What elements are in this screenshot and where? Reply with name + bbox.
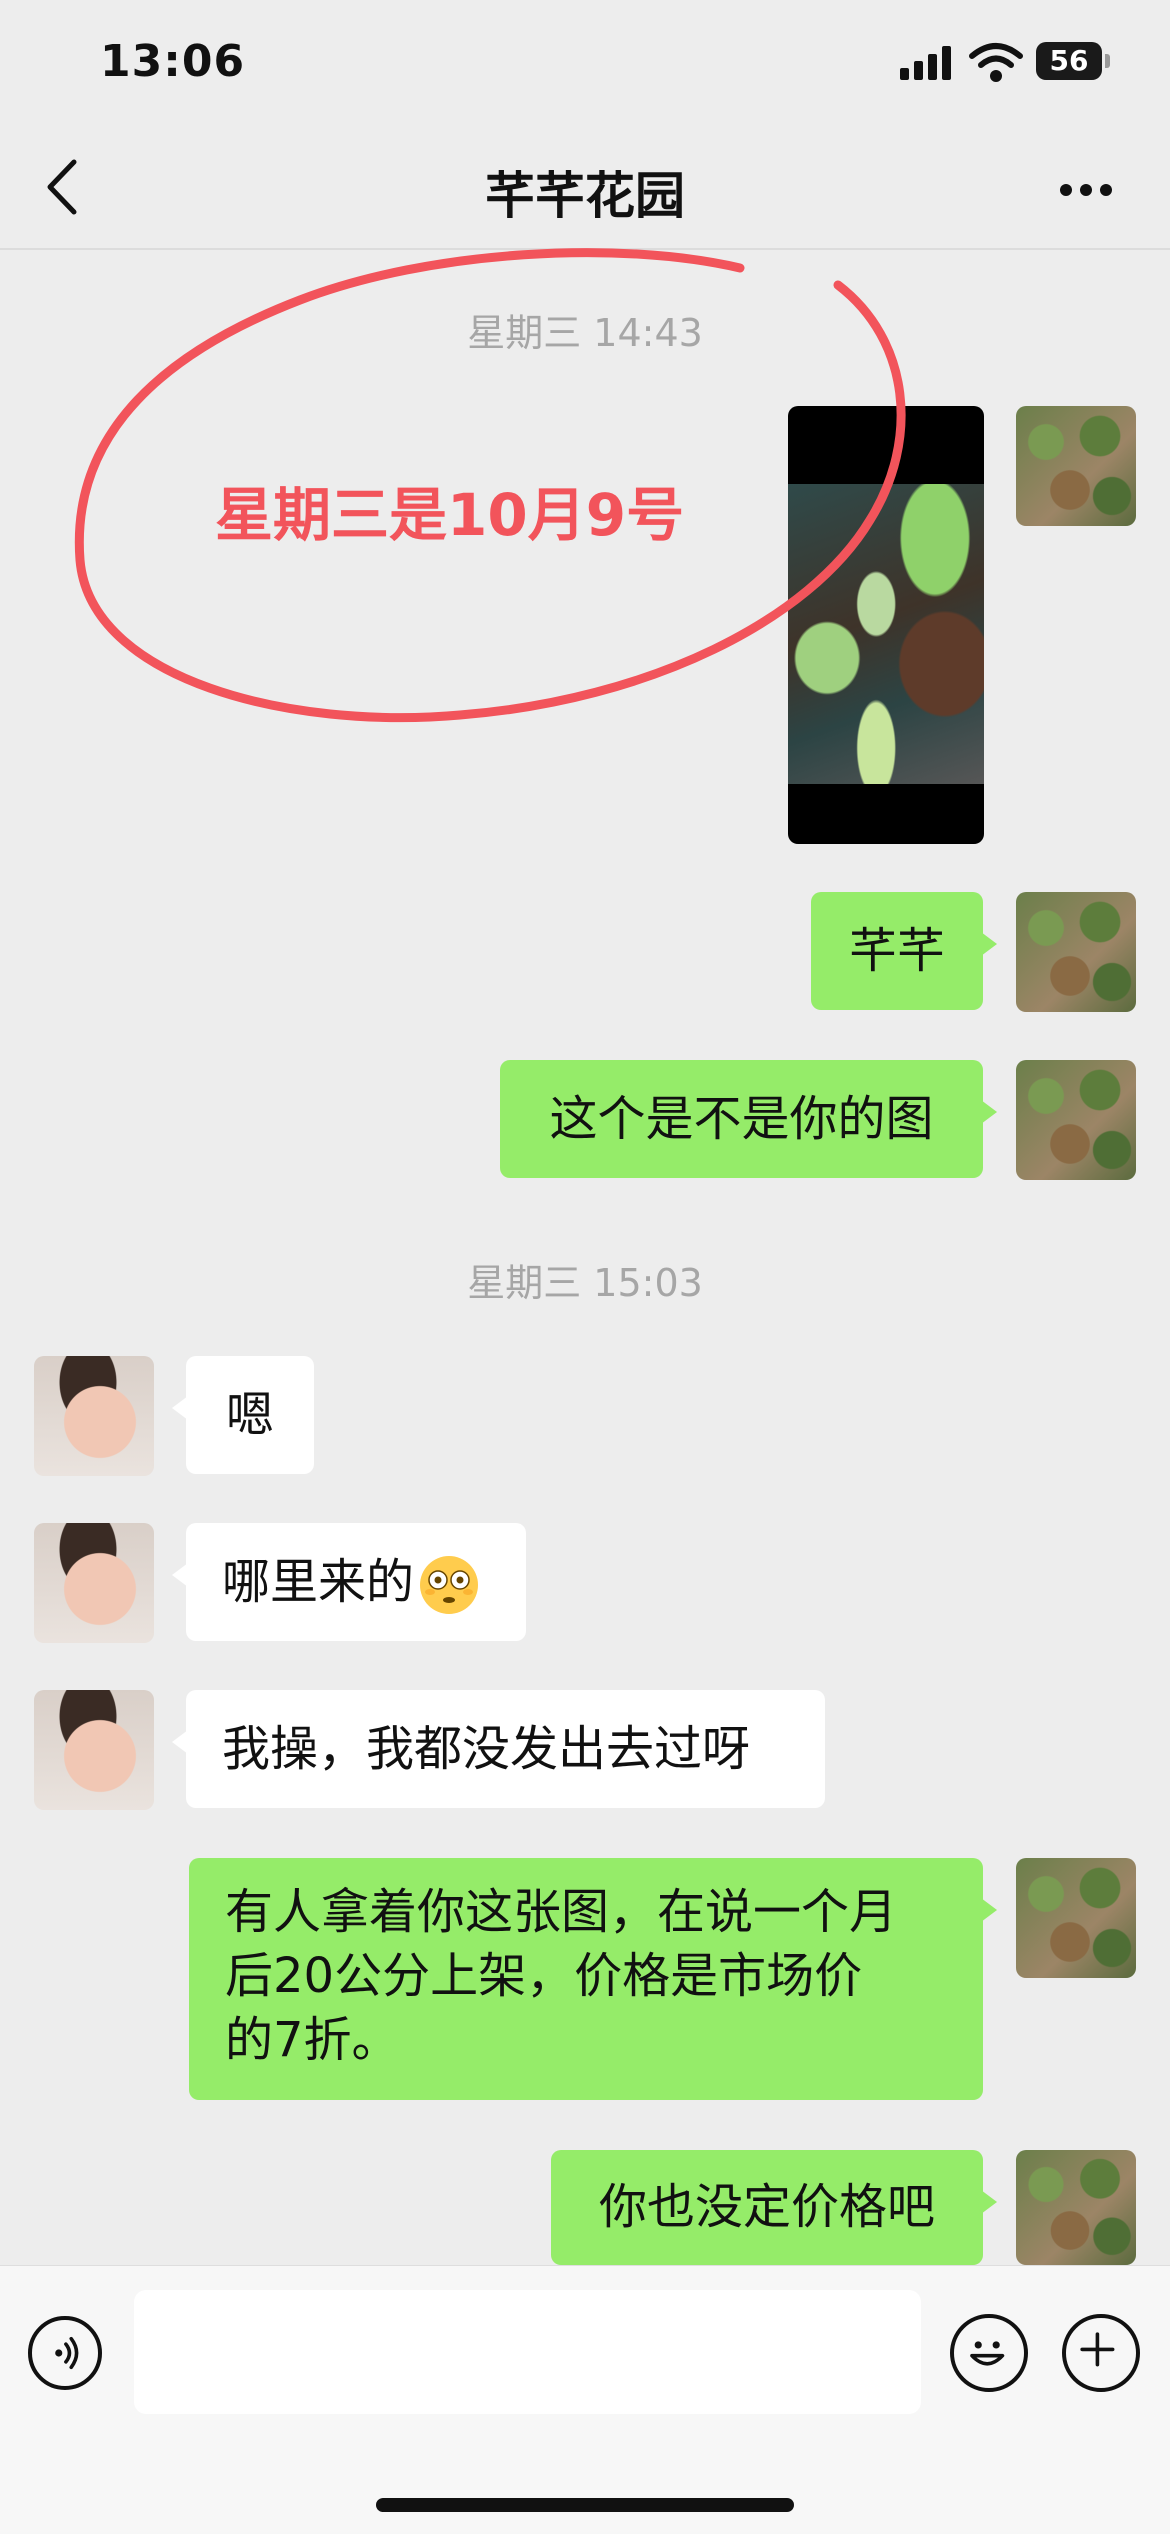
message-bubble-received[interactable]: 我操，我都没发出去过呀 — [172, 1690, 825, 1808]
message-input-bar — [0, 2265, 1170, 2534]
message-bubble-sent[interactable]: 芊芊 — [811, 892, 997, 1010]
message-bubble-sent[interactable]: 有人拿着你这张图，在说一个月 后20公分上架，价格是市场价 的7折。 — [189, 1858, 997, 2100]
my-avatar[interactable] — [1016, 892, 1136, 1012]
message-line: 后20公分上架，价格是市场价 — [225, 1948, 863, 2004]
message-line: 有人拿着你这张图，在说一个月 — [225, 1884, 898, 1940]
emoji-button-icon[interactable] — [950, 2314, 1028, 2392]
more-options-icon[interactable] — [1050, 178, 1120, 198]
annotation-text: 星期三是10月9号 — [215, 481, 685, 549]
message-line: 的7折。 — [225, 2012, 400, 2068]
message-bubble-received[interactable]: 哪里来的 — [172, 1523, 526, 1641]
status-time: 13:06 — [100, 36, 246, 87]
battery-icon: 56 — [1036, 42, 1110, 80]
message-bubble-sent[interactable]: 你也没定价格吧 — [551, 2150, 997, 2265]
plant-photo[interactable] — [788, 484, 984, 784]
wifi-icon — [969, 43, 1023, 82]
chat-header: 芊芊花园 — [0, 130, 1170, 250]
my-avatar[interactable] — [1016, 1060, 1136, 1180]
message-text: 哪里来的 — [222, 1554, 415, 1610]
home-indicator[interactable] — [376, 2498, 794, 2512]
contact-avatar[interactable] — [34, 1356, 154, 1476]
contact-avatar[interactable] — [34, 1523, 154, 1643]
chat-title: 芊芊花园 — [485, 167, 685, 225]
voice-input-icon[interactable] — [28, 2316, 102, 2390]
message-bubble-received[interactable]: 嗯 — [172, 1356, 314, 1474]
my-avatar[interactable] — [1016, 406, 1136, 526]
my-avatar[interactable] — [1016, 1858, 1136, 1978]
my-avatar[interactable] — [1016, 2150, 1136, 2265]
flushed-face-emoji-icon — [420, 1556, 479, 1614]
contact-avatar[interactable] — [34, 1690, 154, 1810]
message-bubble-sent[interactable]: 这个是不是你的图 — [500, 1060, 997, 1178]
status-bar: 13:06 56 — [0, 0, 1170, 130]
timestamp: 星期三 15:03 — [467, 1261, 703, 1305]
cellular-signal-icon — [900, 46, 952, 80]
message-input[interactable] — [134, 2290, 921, 2414]
add-attachment-icon[interactable] — [1062, 2314, 1140, 2392]
timestamp: 星期三 14:43 — [467, 311, 703, 355]
image-message[interactable] — [788, 406, 984, 844]
